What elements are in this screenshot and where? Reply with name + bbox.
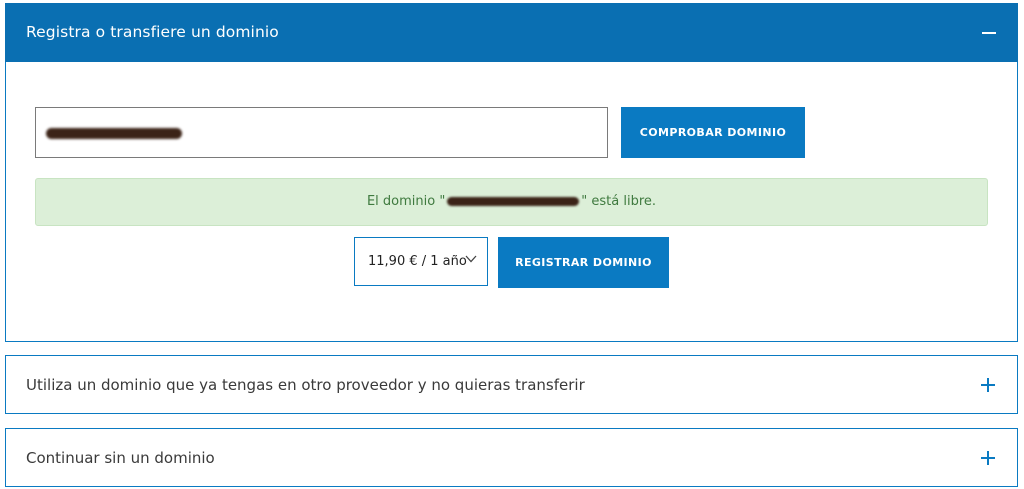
- message-prefix: El dominio ": [366, 194, 446, 209]
- redacted-domain-text: [46, 128, 182, 139]
- plus-icon[interactable]: [981, 378, 995, 392]
- register-domain-panel: Registra o transfiere un dominio COMPROB…: [5, 3, 1018, 342]
- no-domain-panel[interactable]: Continuar sin un dominio: [5, 428, 1018, 487]
- price-period-select[interactable]: 11,90 € / 1 año: [354, 237, 488, 286]
- register-domain-panel-title: Registra o transfiere un dominio: [26, 23, 279, 41]
- register-domain-button[interactable]: REGISTRAR DOMINIO: [498, 237, 669, 288]
- register-domain-panel-header[interactable]: Registra o transfiere un dominio: [5, 3, 1018, 62]
- message-suffix: " está libre.: [581, 194, 657, 209]
- existing-domain-panel-title: Utiliza un dominio que ya tengas en otro…: [26, 376, 585, 394]
- domain-search-input[interactable]: [35, 107, 608, 158]
- domain-available-message: El dominio " " está libre.: [35, 178, 988, 226]
- existing-domain-panel[interactable]: Utiliza un dominio que ya tengas en otro…: [5, 355, 1018, 414]
- price-period-value: 11,90 € / 1 año: [368, 254, 467, 269]
- minus-icon[interactable]: [982, 32, 996, 34]
- redacted-domain-name: [447, 197, 580, 206]
- chevron-down-icon: [465, 255, 477, 263]
- plus-icon[interactable]: [981, 451, 995, 465]
- no-domain-panel-title: Continuar sin un dominio: [26, 449, 215, 467]
- check-domain-button[interactable]: COMPROBAR DOMINIO: [621, 107, 805, 158]
